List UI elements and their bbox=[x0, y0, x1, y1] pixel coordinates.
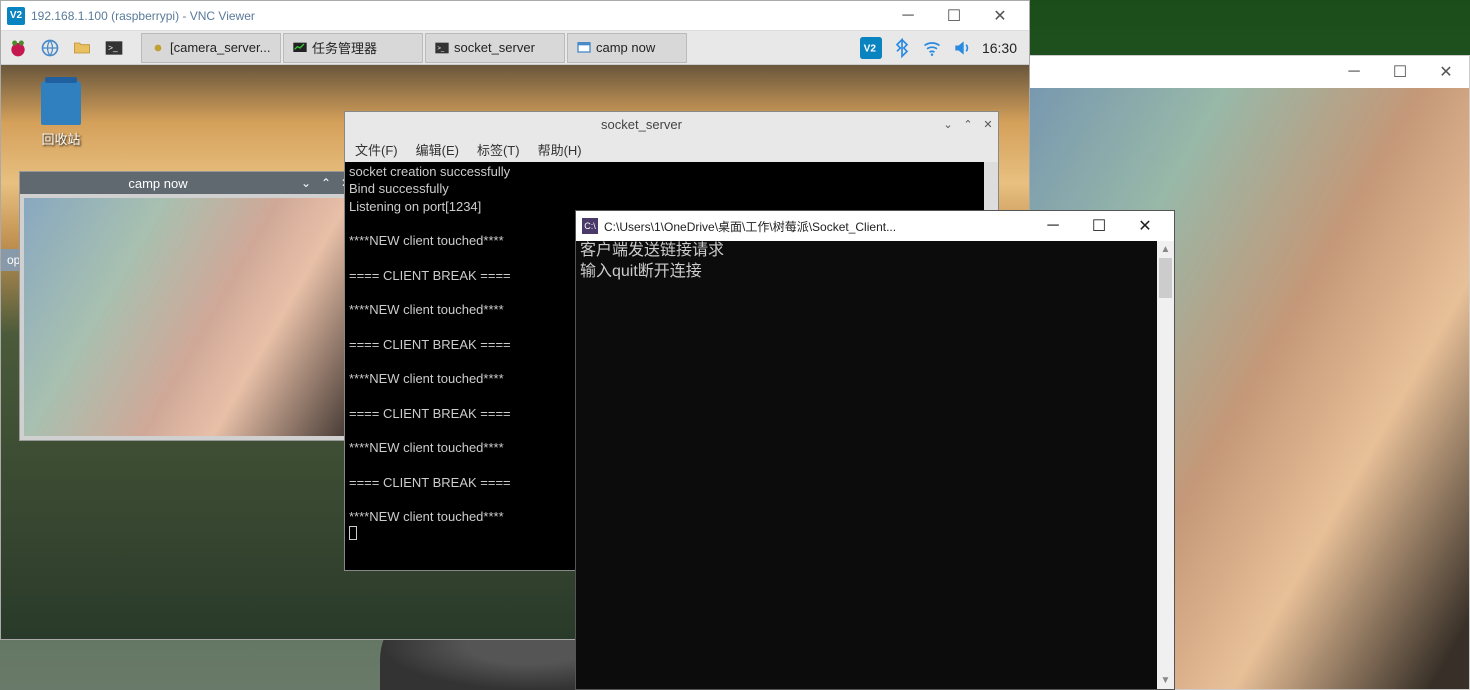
trash-label: 回收站 bbox=[41, 129, 80, 148]
minimize-button[interactable]: ⌄ bbox=[296, 173, 316, 193]
system-tray: V2 16:30 bbox=[850, 37, 1027, 59]
svg-text:V2: V2 bbox=[864, 43, 877, 54]
taskbar-app-camp-now[interactable]: camp now bbox=[567, 33, 687, 63]
terminal-cursor bbox=[349, 526, 357, 540]
taskbar-app-label: 任务管理器 bbox=[312, 38, 377, 57]
menu-help[interactable]: 帮助(H) bbox=[538, 140, 582, 159]
browser-button[interactable] bbox=[35, 33, 65, 63]
trash-desktop-icon[interactable]: 回收站 bbox=[41, 81, 81, 148]
camp-window-title: camp now bbox=[20, 176, 296, 191]
taskbar-app-label: camp now bbox=[596, 40, 655, 55]
terminal-icon: >_ bbox=[104, 38, 124, 58]
vnc-window-title: 192.168.1.100 (raspberrypi) - VNC Viewer bbox=[31, 9, 885, 23]
terminal-menubar: 文件(F) 编辑(E) 标签(T) 帮助(H) bbox=[345, 136, 998, 162]
vnc-tray-icon[interactable]: V2 bbox=[860, 37, 882, 59]
menu-tabs[interactable]: 标签(T) bbox=[477, 140, 520, 159]
camera-window-titlebar[interactable]: ─ ☐ ✕ bbox=[1029, 56, 1469, 88]
volume-icon[interactable] bbox=[952, 38, 972, 58]
trash-icon bbox=[41, 81, 81, 125]
camp-now-window: camp now ⌄ ⌃ ✕ bbox=[19, 171, 357, 441]
close-button[interactable]: ✕ bbox=[978, 114, 998, 134]
minimize-button[interactable]: ⌄ bbox=[938, 114, 958, 134]
svg-text:>_: >_ bbox=[437, 46, 445, 52]
camp-camera-image bbox=[24, 198, 352, 436]
taskbar-app-label: socket_server bbox=[454, 40, 535, 55]
raspberry-icon bbox=[8, 38, 28, 58]
terminal-button[interactable]: >_ bbox=[99, 33, 129, 63]
terminal-titlebar[interactable]: socket_server ⌄ ⌃ ✕ bbox=[345, 112, 998, 136]
svg-text:>_: >_ bbox=[108, 42, 118, 52]
cmd-window-title: C:\Users\1\OneDrive\桌面\工作\树莓派\Socket_Cli… bbox=[604, 218, 1030, 235]
files-button[interactable] bbox=[67, 33, 97, 63]
cmd-titlebar[interactable]: C:\ C:\Users\1\OneDrive\桌面\工作\树莓派\Socket… bbox=[576, 211, 1174, 241]
camp-titlebar[interactable]: camp now ⌄ ⌃ ✕ bbox=[20, 172, 356, 194]
maximize-button[interactable]: ☐ bbox=[1377, 57, 1423, 87]
terminal-window-title: socket_server bbox=[345, 117, 938, 132]
scrollbar[interactable]: ▲ ▼ bbox=[1157, 241, 1174, 689]
taskbar-app-socket-server[interactable]: >_ socket_server bbox=[425, 33, 565, 63]
minimize-button[interactable]: ─ bbox=[885, 1, 931, 31]
menu-file[interactable]: 文件(F) bbox=[355, 140, 398, 159]
bluetooth-icon[interactable] bbox=[892, 38, 912, 58]
scroll-down-button[interactable]: ▼ bbox=[1157, 672, 1174, 689]
cmd-output[interactable]: 客户端发送链接请求 输入quit断开连接 ▲ ▼ bbox=[576, 241, 1174, 689]
wifi-icon[interactable] bbox=[922, 38, 942, 58]
taskbar-app-label: [camera_server... bbox=[170, 40, 270, 55]
gear-icon bbox=[150, 40, 166, 56]
socket-client-cmd-window: C:\ C:\Users\1\OneDrive\桌面\工作\树莓派\Socket… bbox=[575, 210, 1175, 690]
vnc-logo-icon: V2 bbox=[7, 7, 25, 25]
minimize-button[interactable]: ─ bbox=[1030, 211, 1076, 241]
maximize-button[interactable]: ⌃ bbox=[316, 173, 336, 193]
clock[interactable]: 16:30 bbox=[982, 40, 1017, 56]
maximize-button[interactable]: ☐ bbox=[1076, 211, 1122, 241]
menu-edit[interactable]: 编辑(E) bbox=[416, 140, 459, 159]
close-button[interactable]: ✕ bbox=[1122, 211, 1168, 241]
folder-icon bbox=[72, 38, 92, 58]
close-button[interactable]: ✕ bbox=[977, 1, 1023, 31]
pi-taskbar: >_ [camera_server... 任务管理器 >_ socket_ser… bbox=[1, 31, 1029, 65]
cmd-line: 输入quit断开连接 bbox=[580, 262, 1170, 283]
minimize-button[interactable]: ─ bbox=[1331, 57, 1377, 87]
maximize-button[interactable]: ⌃ bbox=[958, 114, 978, 134]
scroll-thumb[interactable] bbox=[1159, 258, 1172, 298]
scroll-up-button[interactable]: ▲ bbox=[1157, 241, 1174, 258]
close-button[interactable]: ✕ bbox=[1423, 57, 1469, 87]
pi-menu-button[interactable] bbox=[3, 33, 33, 63]
monitor-icon bbox=[292, 40, 308, 56]
terminal-icon: >_ bbox=[434, 40, 450, 56]
globe-icon bbox=[40, 38, 60, 58]
window-icon bbox=[576, 40, 592, 56]
cmd-line: 客户端发送链接请求 bbox=[580, 241, 1170, 262]
taskbar-app-task-manager[interactable]: 任务管理器 bbox=[283, 33, 423, 63]
maximize-button[interactable]: ☐ bbox=[931, 1, 977, 31]
vnc-titlebar[interactable]: V2 192.168.1.100 (raspberrypi) - VNC Vie… bbox=[1, 1, 1029, 31]
cmd-icon: C:\ bbox=[582, 218, 598, 234]
taskbar-app-camera-server[interactable]: [camera_server... bbox=[141, 33, 281, 63]
